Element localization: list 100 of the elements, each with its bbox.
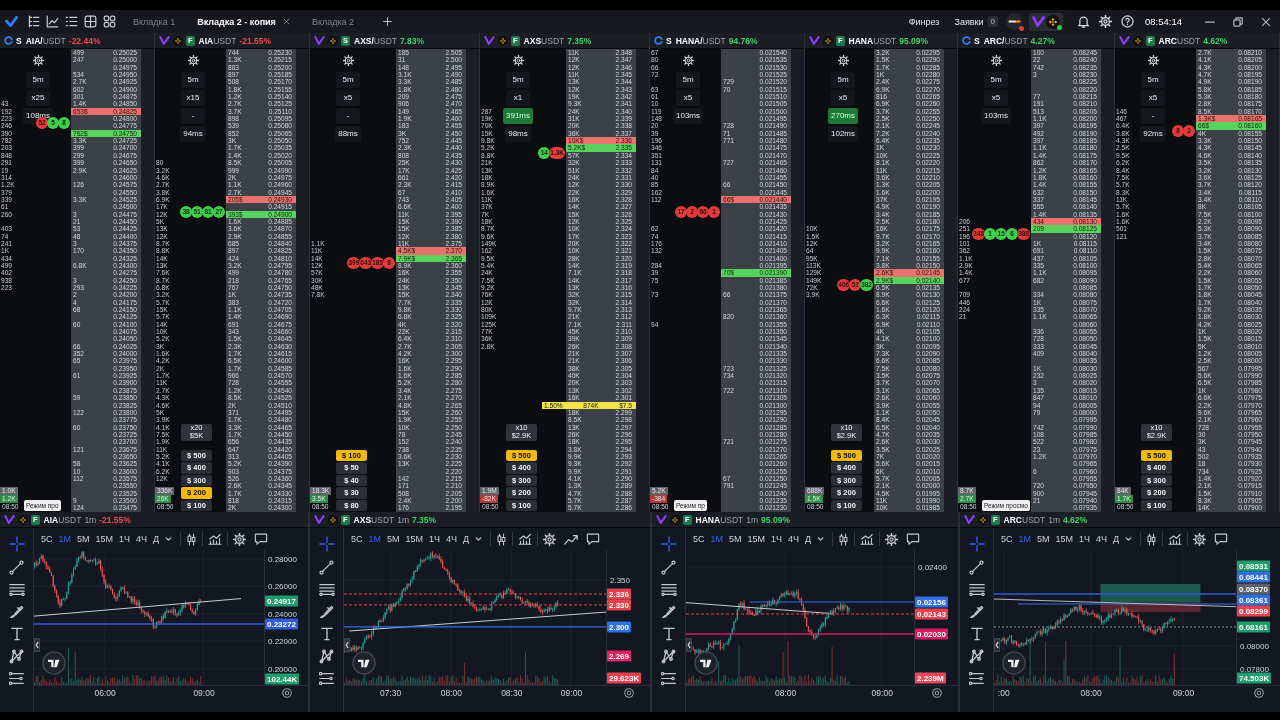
bell-icon[interactable] xyxy=(1077,15,1090,28)
candles-icon[interactable] xyxy=(1146,532,1158,546)
toggle-button[interactable]: x5 xyxy=(831,90,855,106)
toggle-button[interactable]: 5m xyxy=(984,72,1008,88)
line-chart-icon[interactable] xyxy=(46,15,59,28)
tab[interactable]: Вкладка 2 xyxy=(300,10,366,33)
comment-icon[interactable] xyxy=(254,533,269,545)
settings-icon[interactable] xyxy=(512,55,524,66)
orders-button[interactable]: Заявки 0 xyxy=(954,16,998,27)
tab[interactable]: Вкладка 2 - копия xyxy=(186,10,301,33)
interval-button[interactable]: 5М xyxy=(1034,530,1053,548)
candles-icon[interactable] xyxy=(838,532,850,546)
interval-button[interactable]: 1М xyxy=(707,530,727,548)
trend-line-icon[interactable] xyxy=(969,560,984,575)
exchange-logo-icon[interactable] xyxy=(1006,13,1023,30)
interval-button[interactable]: Д xyxy=(802,530,815,548)
pattern-icon[interactable] xyxy=(9,649,24,664)
text-tool-icon[interactable] xyxy=(662,627,675,641)
settings-icon[interactable] xyxy=(990,55,1002,66)
interval-button[interactable]: 1Ч xyxy=(768,530,786,548)
interval-button[interactable]: 5М xyxy=(384,530,403,548)
settings-icon[interactable] xyxy=(1193,532,1207,546)
exchange-button[interactable] xyxy=(1029,12,1063,31)
trend-line-icon[interactable] xyxy=(319,560,334,575)
zigzag-arrow-icon[interactable] xyxy=(564,533,579,545)
grid-icon[interactable] xyxy=(84,15,97,28)
interval-button[interactable]: 4Ч xyxy=(1093,530,1111,548)
interval-button[interactable]: 1Ч xyxy=(1076,530,1094,548)
comment-icon[interactable] xyxy=(1214,533,1229,545)
interval-button[interactable]: 1М xyxy=(1015,530,1035,548)
horizontal-lines-icon[interactable] xyxy=(8,583,25,596)
horizontal-lines-icon[interactable] xyxy=(968,583,985,596)
toggle-button[interactable]: x15 xyxy=(181,90,205,106)
interval-button[interactable]: 5С xyxy=(998,530,1016,548)
toggle-button[interactable]: 5m xyxy=(336,72,360,88)
interval-button[interactable]: 1М xyxy=(365,530,385,548)
indicators-icon[interactable] xyxy=(1168,533,1183,545)
settings-icon[interactable] xyxy=(342,55,354,66)
comment-icon[interactable] xyxy=(586,533,601,545)
restore-icon[interactable] xyxy=(1233,16,1243,27)
indicators-icon[interactable] xyxy=(860,533,875,545)
interval-button[interactable]: 15М xyxy=(1052,530,1077,548)
interval-button[interactable]: 1М xyxy=(55,530,75,548)
indicators-icon[interactable] xyxy=(208,533,223,545)
caret-icon[interactable] xyxy=(165,537,173,541)
toggle-button[interactable]: 5m xyxy=(26,72,50,88)
ruler-lines-icon[interactable] xyxy=(8,672,25,685)
interval-button[interactable]: 1Ч xyxy=(116,530,134,548)
brush-icon[interactable] xyxy=(969,604,984,619)
settings-icon[interactable] xyxy=(1099,15,1112,28)
list-icon[interactable] xyxy=(65,15,78,28)
interval-button[interactable]: 1Ч xyxy=(426,530,444,548)
pnl-link[interactable]: Финрез xyxy=(908,16,940,27)
toggle-button[interactable]: 5m xyxy=(676,72,700,88)
crosshair-icon[interactable] xyxy=(318,536,335,552)
interval-button[interactable]: 4Ч xyxy=(133,530,151,548)
interval-button[interactable]: Д xyxy=(150,530,163,548)
close-icon[interactable] xyxy=(1261,16,1271,27)
horizontal-lines-icon[interactable] xyxy=(660,583,677,596)
plus-icon[interactable] xyxy=(383,17,393,26)
brush-icon[interactable] xyxy=(661,604,676,619)
toggle-button[interactable]: x5 xyxy=(1141,90,1165,106)
toggle-button[interactable]: x1 xyxy=(506,90,530,106)
text-tool-icon[interactable] xyxy=(320,627,333,641)
toggle-button[interactable]: 5m xyxy=(1141,72,1165,88)
ruler-lines-icon[interactable] xyxy=(318,672,335,685)
settings-icon[interactable] xyxy=(187,55,199,66)
settings-icon[interactable] xyxy=(543,532,557,546)
ruler-lines-icon[interactable] xyxy=(660,672,677,685)
interval-button[interactable]: Д xyxy=(1110,530,1123,548)
interval-button[interactable]: 15М xyxy=(402,530,427,548)
toggle-button[interactable]: 5m xyxy=(506,72,530,88)
crosshair-icon[interactable] xyxy=(660,536,677,552)
four-squares-icon[interactable] xyxy=(103,15,116,28)
settings-icon[interactable] xyxy=(233,532,247,546)
settings-icon[interactable] xyxy=(1147,55,1159,66)
scale-settings-icon[interactable] xyxy=(931,687,942,698)
brush-icon[interactable] xyxy=(9,604,24,619)
candles-icon[interactable] xyxy=(186,532,198,546)
interval-button[interactable]: 15М xyxy=(744,530,769,548)
tree-list-icon[interactable] xyxy=(27,15,40,28)
interval-button[interactable]: 15М xyxy=(92,530,117,548)
tab[interactable]: Вкладка 1 xyxy=(122,10,187,33)
help-icon[interactable] xyxy=(1121,15,1134,28)
pattern-icon[interactable] xyxy=(969,649,984,664)
scale-settings-icon[interactable] xyxy=(623,687,634,698)
settings-icon[interactable] xyxy=(837,55,849,66)
crosshair-icon[interactable] xyxy=(8,536,25,552)
interval-button[interactable]: 5С xyxy=(690,530,708,548)
brush-icon[interactable] xyxy=(319,604,334,619)
caret-icon[interactable] xyxy=(817,537,825,541)
interval-button[interactable]: 4Ч xyxy=(785,530,803,548)
settings-icon[interactable] xyxy=(885,532,899,546)
comment-icon[interactable] xyxy=(906,533,921,545)
indicators-icon[interactable] xyxy=(518,533,533,545)
pattern-icon[interactable] xyxy=(319,649,334,664)
caret-icon[interactable] xyxy=(1125,537,1133,541)
settings-icon[interactable] xyxy=(32,55,44,66)
pattern-icon[interactable] xyxy=(661,649,676,664)
interval-button[interactable]: 5М xyxy=(726,530,745,548)
